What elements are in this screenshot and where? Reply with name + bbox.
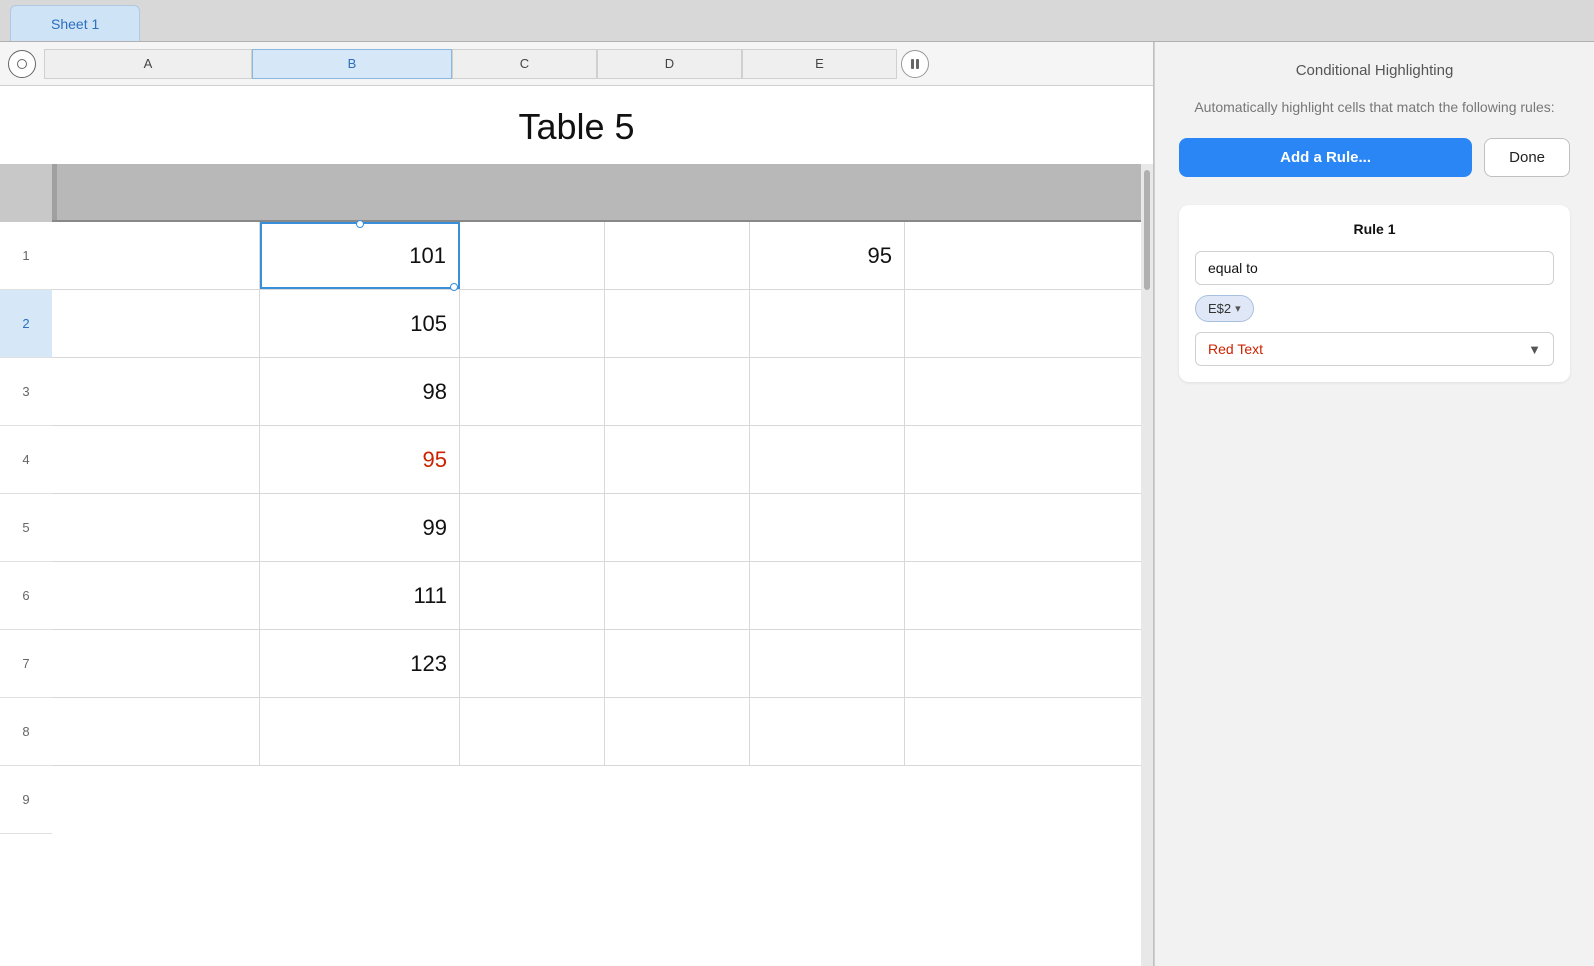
dropdown-arrow-icon: ▾ [1235,302,1241,315]
tab-bar: Sheet 1 [0,0,1594,42]
cell-4c[interactable] [460,358,605,425]
cell-4d[interactable] [605,358,750,425]
cell-2c[interactable] [460,222,605,289]
cell-2b[interactable]: 101 [260,222,460,289]
circle-button[interactable] [8,50,36,78]
row-num-4: 4 [0,426,52,494]
row-num-9: 9 [0,766,52,834]
table-row: 123 [52,630,1141,698]
cell-6c[interactable] [460,494,605,561]
add-rule-button[interactable]: Add a Rule... [1179,138,1472,177]
cell-9c[interactable] [460,698,605,765]
circle-inner [17,59,27,69]
condition-input[interactable] [1195,251,1554,285]
cell-3e[interactable] [750,290,905,357]
table-row: 99 [52,494,1141,562]
row-num-header [0,164,52,222]
cell-5b[interactable]: 95 [260,426,460,493]
cell-7d[interactable] [605,562,750,629]
table-row: 105 [52,290,1141,358]
cell-8d[interactable] [605,630,750,697]
cell-7b[interactable]: 111 [260,562,460,629]
table-row: 101 95 [52,222,1141,290]
selection-handle-top [356,220,364,228]
cell-6d[interactable] [605,494,750,561]
cell-3c[interactable] [460,290,605,357]
tab-label: Sheet 1 [51,16,99,32]
right-panel: Conditional Highlighting Automatically h… [1154,42,1594,966]
row-num-5: 5 [0,494,52,562]
header-cell-e [56,164,57,220]
row-num-2: 2 [0,290,52,358]
rule-condition-row: E$2 ▾ [1195,295,1554,322]
column-headers-row: A B C D E [0,42,1153,86]
rule-style-dropdown-icon: ▼ [1528,342,1541,357]
cell-5e[interactable] [750,426,905,493]
cell-9b[interactable] [260,698,460,765]
cell-8a[interactable] [52,630,260,697]
cell-2d[interactable] [605,222,750,289]
table-row: 111 [52,562,1141,630]
panel-buttons: Add a Rule... Done [1179,138,1570,177]
header-row [52,164,1141,222]
cell-7a[interactable] [52,562,260,629]
pause-icon [911,59,919,69]
pause-button[interactable] [901,50,929,78]
rule-ref-button[interactable]: E$2 ▾ [1195,295,1254,322]
table-row: 98 [52,358,1141,426]
cell-3d[interactable] [605,290,750,357]
rule-style-label: Red Text [1208,341,1528,357]
cell-5d[interactable] [605,426,750,493]
col-header-a[interactable]: A [44,49,252,79]
row-num-7: 7 [0,630,52,698]
cell-8e[interactable] [750,630,905,697]
cell-5a[interactable] [52,426,260,493]
spreadsheet-body: 1 2 3 4 5 6 7 8 9 [0,164,1153,966]
row-num-6: 6 [0,562,52,630]
panel-subtitle: Automatically highlight cells that match… [1179,97,1570,118]
col-header-e[interactable]: E [742,49,897,79]
cell-9d[interactable] [605,698,750,765]
cell-7c[interactable] [460,562,605,629]
row-num-8: 8 [0,698,52,766]
panel-title: Conditional Highlighting [1179,62,1570,79]
done-button[interactable]: Done [1484,138,1570,177]
table-title: Table 5 [0,86,1153,164]
tab-sheet1[interactable]: Sheet 1 [10,5,140,41]
rule-title: Rule 1 [1195,221,1554,237]
cell-3a[interactable] [52,290,260,357]
rule-style-row[interactable]: Red Text ▼ [1195,332,1554,366]
cell-7e[interactable] [750,562,905,629]
cell-6b[interactable]: 99 [260,494,460,561]
grid-columns: 101 95 105 98 [52,164,1141,966]
scrollbar-thumb[interactable] [1144,170,1150,290]
cell-4a[interactable] [52,358,260,425]
table-row: 95 [52,426,1141,494]
cell-4b[interactable]: 98 [260,358,460,425]
cell-9a[interactable] [52,698,260,765]
table-row [52,698,1141,766]
row-num-1: 1 [0,222,52,290]
cell-6a[interactable] [52,494,260,561]
cell-3b[interactable]: 105 [260,290,460,357]
col-header-d[interactable]: D [597,49,742,79]
row-number-column: 1 2 3 4 5 6 7 8 9 [0,164,52,966]
cell-8c[interactable] [460,630,605,697]
cell-9e[interactable] [750,698,905,765]
spreadsheet-area: A B C D E Table 5 [0,42,1154,966]
col-header-b[interactable]: B [252,49,452,79]
cell-6e[interactable] [750,494,905,561]
cell-5c[interactable] [460,426,605,493]
cell-2e[interactable]: 95 [750,222,905,289]
cell-8b[interactable]: 123 [260,630,460,697]
scrollbar[interactable] [1141,164,1153,966]
cell-4e[interactable] [750,358,905,425]
row-num-3: 3 [0,358,52,426]
rule-section: Rule 1 E$2 ▾ Red Text ▼ [1179,205,1570,382]
cell-2a[interactable] [52,222,260,289]
col-header-c[interactable]: C [452,49,597,79]
main-area: A B C D E Table 5 [0,42,1594,966]
